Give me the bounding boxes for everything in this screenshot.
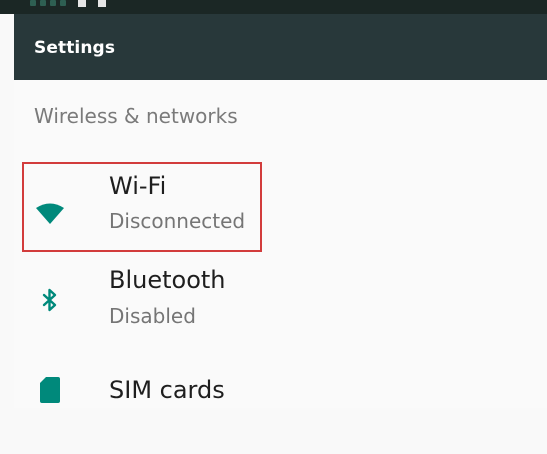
- sim-card-icon: [34, 374, 66, 406]
- notification-icon: [78, 0, 86, 7]
- settings-item-bluetooth[interactable]: Bluetooth Disabled: [14, 258, 547, 356]
- settings-item-sim-cards[interactable]: SIM cards: [14, 356, 547, 454]
- settings-item-title: Bluetooth: [109, 266, 226, 294]
- settings-item-title: SIM cards: [109, 376, 225, 404]
- notification-dots: [30, 0, 66, 6]
- app-toolbar: Settings: [14, 14, 547, 80]
- status-bar: [0, 0, 547, 14]
- page-title: Settings: [34, 38, 116, 58]
- settings-item-subtitle: Disabled: [109, 304, 196, 328]
- highlight-box: [22, 162, 262, 252]
- bluetooth-icon: [34, 284, 66, 316]
- notification-icon: [98, 0, 106, 7]
- section-header: Wireless & networks: [34, 104, 238, 128]
- status-icons: [30, 0, 106, 8]
